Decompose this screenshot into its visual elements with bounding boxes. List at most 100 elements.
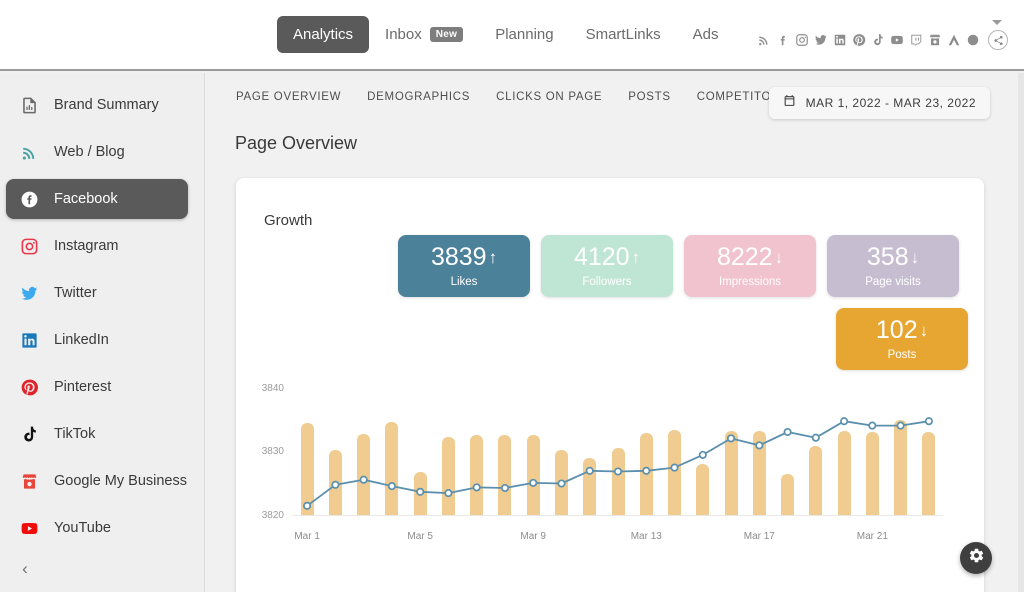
settings-button[interactable] — [960, 542, 992, 574]
calendar-icon — [783, 94, 796, 112]
sidebar-item-label: Facebook — [54, 191, 118, 207]
kpi-tile-impressions[interactable]: 8222 ↓ Impressions — [684, 235, 816, 297]
linkedin-icon[interactable] — [832, 33, 847, 48]
chevron-down-icon[interactable] — [992, 20, 1002, 25]
sidebar-item-google-my-business[interactable]: Google My Business — [6, 461, 188, 501]
sidebar-item-web-blog[interactable]: Web / Blog — [6, 132, 188, 172]
nav-item-ads[interactable]: Ads — [677, 16, 735, 53]
nav-item-label: Inbox — [385, 26, 422, 43]
chart-line-marker[interactable] — [698, 450, 707, 459]
rss-icon[interactable] — [756, 33, 771, 48]
kpi-second-row: 102 ↓ Posts — [398, 308, 968, 370]
chart-line-marker[interactable] — [529, 478, 538, 487]
sidebar-item-tiktok[interactable]: TikTok — [6, 414, 188, 454]
vimeo-icon[interactable] — [946, 33, 961, 48]
google-my-business-icon[interactable] — [927, 33, 942, 48]
chart-line-marker[interactable] — [642, 466, 651, 475]
chart-line-marker[interactable] — [670, 463, 679, 472]
subnav-item-clicks-on-page[interactable]: CLICKS ON PAGE — [496, 91, 602, 103]
kpi-tile-posts[interactable]: 102 ↓ Posts — [836, 308, 968, 370]
share-icon[interactable] — [988, 30, 1008, 50]
kpi-tile-likes[interactable]: 3839 ↑ Likes — [398, 235, 530, 297]
kpi-value: 3839 — [430, 242, 487, 271]
kpi-value-group: 358 ↓ — [866, 242, 920, 271]
sidebar-item-brand-summary[interactable]: Brand Summary — [6, 85, 188, 125]
content-area: PAGE OVERVIEW DEMOGRAPHICS CLICKS ON PAGE P… — [206, 73, 1024, 592]
analytics-dashboard: Analytics Inbox New Planning SmartLinks Ads B… — [0, 0, 1024, 592]
subnav-item-posts[interactable]: POSTS — [628, 91, 670, 103]
chart-line-marker[interactable] — [303, 501, 312, 510]
chart-line-marker[interactable] — [331, 480, 340, 489]
chart-line-marker[interactable] — [613, 467, 623, 476]
main-nav: Analytics Inbox New Planning SmartLinks Ads — [277, 16, 734, 53]
sub-nav: PAGE OVERVIEW DEMOGRAPHICS CLICKS ON PAGE P… — [236, 91, 789, 103]
linkedin-icon — [18, 329, 40, 351]
sidebar-item-youtube[interactable]: YouTube — [6, 508, 188, 548]
sidebar-collapse-button[interactable]: ‹ — [14, 558, 36, 580]
tiktok-alt-icon[interactable] — [965, 33, 980, 48]
scrollbar-track[interactable] — [1018, 73, 1024, 592]
sidebar-item-instagram[interactable]: Instagram — [6, 226, 188, 266]
facebook-icon — [18, 188, 40, 210]
chart-line-marker[interactable] — [387, 482, 396, 491]
nav-item-label: SmartLinks — [585, 26, 661, 43]
nav-item-smartlinks[interactable]: SmartLinks — [570, 16, 677, 53]
chart-line-marker[interactable] — [811, 433, 820, 442]
nav-item-planning[interactable]: Planning — [479, 16, 569, 53]
subnav-item-page-overview[interactable]: PAGE OVERVIEW — [236, 91, 341, 103]
sidebar-item-pinterest[interactable]: Pinterest — [6, 367, 188, 407]
twitch-icon[interactable] — [908, 33, 923, 48]
chart-line-marker[interactable] — [359, 475, 368, 484]
chart-line-marker[interactable] — [585, 466, 594, 475]
nav-item-analytics[interactable]: Analytics — [277, 16, 370, 53]
date-range-picker[interactable]: MAR 1, 2022 - MAR 23, 2022 — [768, 87, 990, 119]
facebook-icon[interactable] — [775, 33, 790, 48]
sidebar-item-label: Brand Summary — [54, 97, 159, 113]
chart-line-marker[interactable] — [868, 421, 877, 430]
kpi-value: 102 — [875, 315, 918, 344]
chart-line-marker[interactable] — [726, 434, 736, 443]
pinterest-icon[interactable] — [851, 33, 866, 48]
twitter-icon[interactable] — [813, 33, 828, 48]
chart-line-marker[interactable] — [924, 417, 933, 426]
tiktok-icon[interactable] — [870, 33, 885, 48]
chart-line-marker[interactable] — [557, 479, 566, 488]
instagram-icon — [18, 235, 40, 257]
sidebar-item-facebook[interactable]: Facebook — [6, 179, 188, 219]
sidebar: Brand Summary Web / Blog Facebook Instagram… — [0, 73, 205, 592]
google-my-business-icon — [18, 470, 40, 492]
kpi-label: Page visits — [865, 275, 921, 288]
nav-item-label: Planning — [495, 26, 554, 43]
sidebar-item-list: Brand Summary Web / Blog Facebook Instagram… — [0, 85, 204, 548]
sidebar-item-label: Twitter — [54, 285, 97, 301]
y-tick-label: 3830 — [261, 446, 284, 458]
subnav-item-demographics[interactable]: DEMOGRAPHICS — [367, 91, 470, 103]
page-title: Page Overview — [235, 133, 358, 153]
kpi-tile-page-visits[interactable]: 358 ↓ Page visits — [827, 235, 959, 297]
sidebar-item-linkedin[interactable]: LinkedIn — [6, 320, 188, 360]
chart-line-marker[interactable] — [416, 487, 425, 496]
arrow-down-icon: ↓ — [910, 247, 920, 267]
nav-item-inbox[interactable]: Inbox New — [369, 16, 479, 53]
chart-line-marker[interactable] — [500, 483, 510, 493]
sidebar-item-twitter[interactable]: Twitter — [6, 273, 188, 313]
chart-line-marker[interactable] — [472, 483, 481, 492]
chart-line-marker[interactable] — [755, 441, 764, 450]
chart-line-marker[interactable] — [444, 489, 453, 498]
chart-line-marker[interactable] — [896, 421, 905, 430]
kpi-tile-followers[interactable]: 4120 ↑ Followers — [541, 235, 673, 297]
gear-icon — [968, 547, 985, 569]
rss-icon — [18, 141, 40, 163]
x-tick-label: Mar 1 — [294, 531, 320, 542]
kpi-value-group: 8222 ↓ — [717, 244, 783, 270]
chart-line-marker[interactable] — [840, 417, 849, 426]
chart-line-path — [306, 420, 930, 507]
chevron-left-icon: ‹ — [22, 559, 28, 578]
kpi-value: 358 — [866, 242, 909, 271]
kpi-value-group: 4120 ↑ — [574, 244, 640, 270]
chart-line-marker[interactable] — [783, 427, 792, 437]
instagram-icon[interactable] — [794, 33, 809, 48]
sidebar-item-label: Instagram — [54, 238, 119, 254]
chart-plot-area — [293, 376, 943, 516]
youtube-icon[interactable] — [889, 33, 904, 48]
